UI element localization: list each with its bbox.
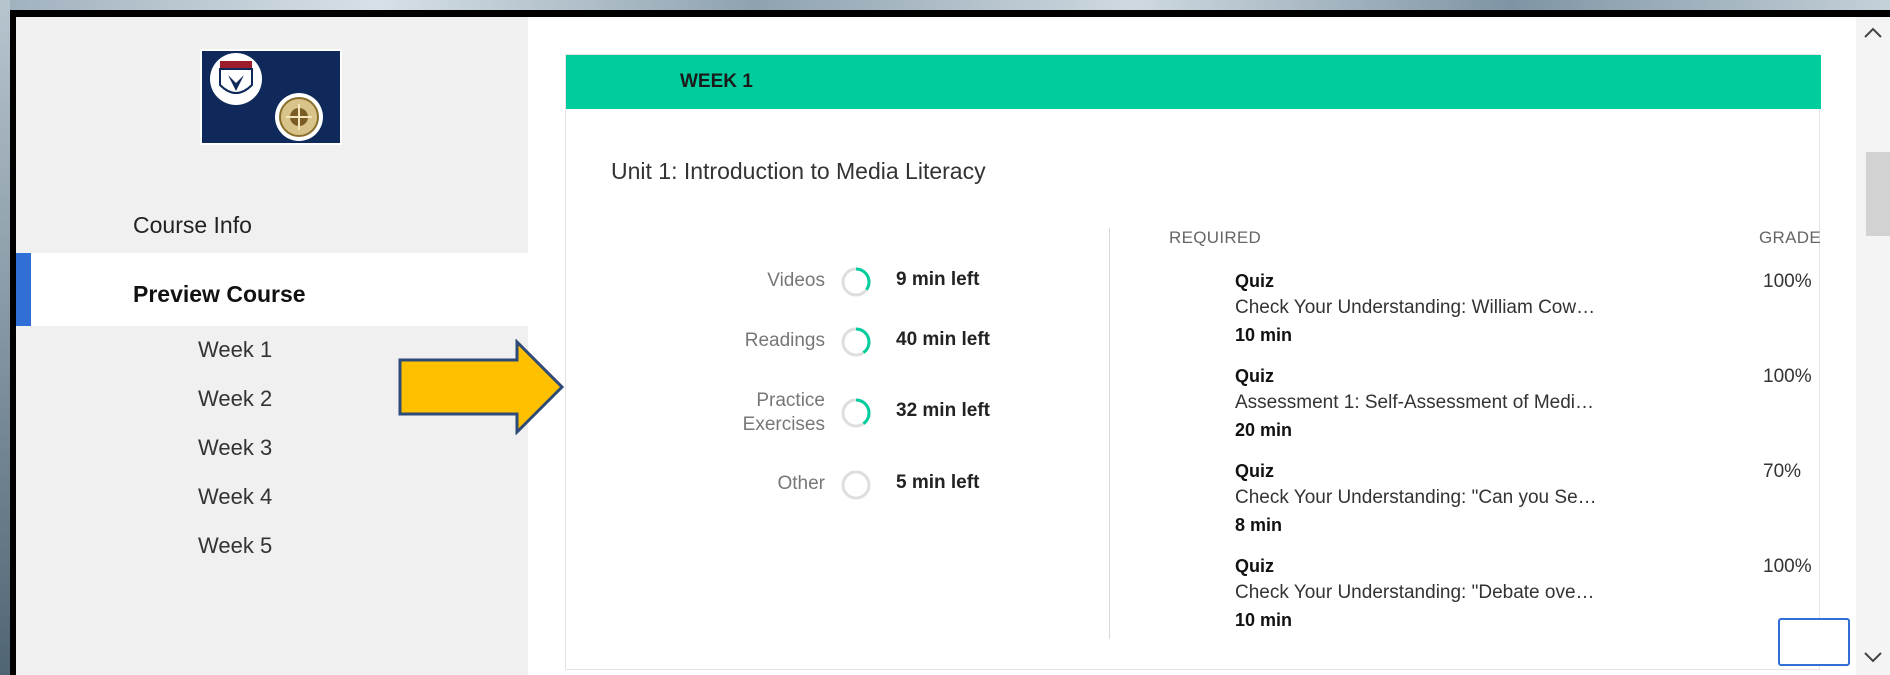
nav-week-4[interactable]: Week 4	[198, 484, 272, 510]
week-header: WEEK 1	[566, 55, 1821, 109]
progress-ring-icon	[841, 267, 871, 297]
item-type: Quiz	[1235, 461, 1274, 481]
stat-value-readings: 40 min left	[896, 329, 990, 350]
vertical-scrollbar[interactable]	[1856, 17, 1890, 675]
week-title: WEEK 1	[680, 71, 753, 92]
progress-ring-icon	[841, 398, 871, 428]
decorative-frame-top	[0, 0, 1890, 10]
required-item[interactable]: Quiz Check Your Understanding: "Debate o…	[1235, 556, 1755, 631]
item-type: Quiz	[1235, 556, 1274, 576]
required-column-header: REQUIRED	[1169, 228, 1262, 247]
column-divider	[1109, 228, 1110, 639]
stat-label-readings: Readings	[744, 330, 825, 351]
item-type: Quiz	[1235, 366, 1274, 386]
arrow-annotation-icon	[398, 339, 565, 435]
item-type: Quiz	[1235, 271, 1274, 291]
nav-week-2[interactable]: Week 2	[198, 386, 272, 412]
item-duration: 10 min	[1235, 325, 1293, 345]
frame-border-top	[10, 10, 1890, 17]
decorative-frame-left	[0, 0, 10, 675]
item-grade: 100%	[1763, 366, 1812, 387]
active-indicator	[16, 253, 31, 326]
item-grade: 70%	[1763, 461, 1802, 482]
item-title-link[interactable]: Check Your Understanding: "Debate ove…	[1235, 582, 1755, 604]
scrollbar-thumb[interactable]	[1866, 152, 1890, 236]
item-title-link[interactable]: Check Your Understanding: "Can you Se…	[1235, 487, 1755, 509]
item-grade: 100%	[1763, 556, 1812, 577]
course-window: Course Info Preview Course Week 1 Week 2…	[16, 17, 1890, 675]
item-title-link[interactable]: Assessment 1: Self-Assessment of Medi…	[1235, 392, 1755, 414]
logo-seals-icon	[202, 51, 340, 143]
stat-label-practice-exercises: Practice Exercises	[742, 390, 825, 435]
nav-course-info-label: Course Info	[133, 212, 252, 238]
stat-label-videos: Videos	[767, 270, 825, 291]
required-item[interactable]: Quiz Assessment 1: Self-Assessment of Me…	[1235, 366, 1755, 441]
required-item[interactable]: Quiz Check Your Understanding: William C…	[1235, 271, 1755, 346]
stat-value-videos: 9 min left	[896, 269, 980, 290]
stat-label-other: Other	[777, 473, 825, 494]
item-duration: 20 min	[1235, 420, 1293, 440]
chevron-up-icon[interactable]	[1862, 23, 1884, 43]
chevron-down-icon[interactable]	[1862, 647, 1884, 667]
university-logo	[200, 49, 342, 145]
required-item[interactable]: Quiz Check Your Understanding: "Can you …	[1235, 461, 1755, 536]
progress-ring-icon	[841, 470, 871, 500]
item-duration: 10 min	[1235, 610, 1293, 630]
nav-preview-course-label: Preview Course	[133, 281, 306, 307]
nav-course-info[interactable]: Course Info	[16, 212, 528, 239]
chat-widget-button[interactable]	[1778, 618, 1850, 666]
item-title-link[interactable]: Check Your Understanding: William Cow…	[1235, 297, 1755, 319]
week-card: WEEK 1 Unit 1: Introduction to Media Lit…	[565, 54, 1821, 670]
unit-title: Unit 1: Introduction to Media Literacy	[611, 158, 986, 184]
nav-week-5[interactable]: Week 5	[198, 533, 272, 559]
nav-week-1[interactable]: Week 1	[198, 337, 272, 363]
stat-value-other: 5 min left	[896, 472, 980, 493]
progress-ring-icon	[841, 327, 871, 357]
grade-column-header: GRADE	[1759, 228, 1821, 247]
stat-value-practice-exercises: 32 min left	[896, 400, 990, 421]
nav-preview-course[interactable]: Preview Course	[16, 253, 528, 326]
item-grade: 100%	[1763, 271, 1812, 292]
item-duration: 8 min	[1235, 515, 1283, 535]
nav-week-3[interactable]: Week 3	[198, 435, 272, 461]
